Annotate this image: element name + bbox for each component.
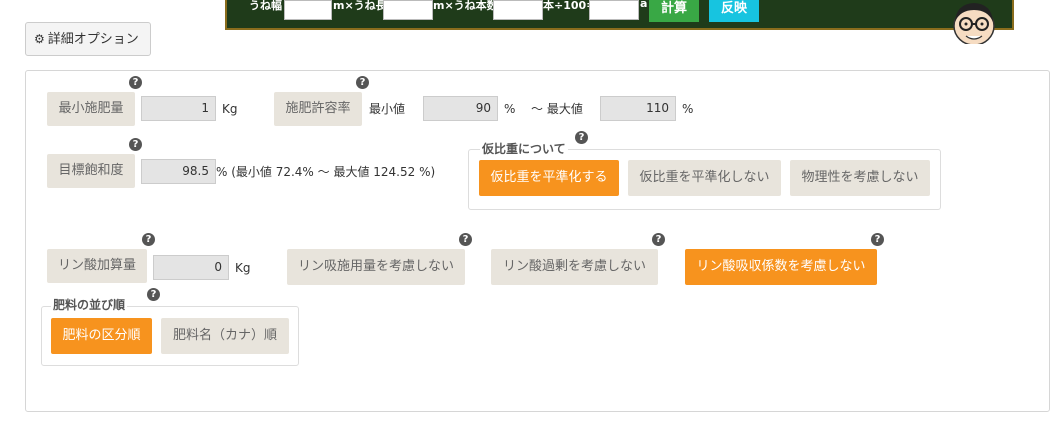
calc-button[interactable]: 計算 xyxy=(649,0,699,22)
phosphate-excess-help-icon[interactable]: ? xyxy=(652,233,665,246)
une-count-input[interactable] xyxy=(493,0,543,20)
phosphate-unit: Kg xyxy=(235,261,251,275)
tolerance-max-unit: % xyxy=(682,102,694,116)
sort-by-kana-button[interactable]: 肥料名（カナ）順 xyxy=(161,318,289,354)
options-panel: ? 最小施肥量 1 Kg ? 施肥許容率 最小値 90 % ～ 最大値 110 … xyxy=(25,70,1050,412)
ignore-phosphate-apply-button[interactable]: リン吸施用量を考慮しない xyxy=(287,249,465,285)
sort-order-legend: 肥料の並び順 xyxy=(51,296,128,313)
bulk-density-no-normalize-button[interactable]: 仮比重を平準化しない xyxy=(628,160,781,196)
tolerance-max-label: ～ 最大値 xyxy=(531,102,583,116)
tolerance-min-input[interactable]: 90 xyxy=(423,96,498,121)
phosphate-help-icon[interactable]: ? xyxy=(142,233,155,246)
tolerance-min-unit: % xyxy=(504,102,516,116)
phosphate-label: リン酸加算量 xyxy=(47,249,147,283)
une-length-input[interactable] xyxy=(383,0,433,20)
une-width-label: うね幅 xyxy=(249,0,282,12)
min-fert-label: 最小施肥量 xyxy=(47,92,135,126)
sort-order-help-icon[interactable]: ? xyxy=(147,288,160,301)
une-width-input[interactable] xyxy=(284,0,332,20)
ignore-physical-button[interactable]: 物理性を考慮しない xyxy=(790,160,930,196)
phosphate-apply-help-icon[interactable]: ? xyxy=(459,233,472,246)
bulk-density-legend: 仮比重について xyxy=(480,140,568,157)
phosphate-input[interactable]: 0 xyxy=(153,255,229,280)
avatar xyxy=(953,3,995,44)
saturation-label: 目標飽和度 xyxy=(47,154,135,188)
une-length-label: m×うね長 xyxy=(333,0,387,12)
area-calculator-bar: うね幅 m×うね長 m×うね本数 本÷100＝ a 計算 反映 xyxy=(225,0,1014,30)
tolerance-min-label: 最小値 xyxy=(369,102,406,116)
ignore-phosphate-absorption-button[interactable]: リン酸吸収係数を考慮しない xyxy=(685,249,877,285)
detail-options-label: 詳細オプション xyxy=(47,32,139,47)
min-fert-input[interactable]: 1 xyxy=(141,96,216,121)
tolerance-label: 施肥許容率 xyxy=(274,92,362,126)
une-count-label: m×うね本数 xyxy=(433,0,498,12)
min-fert-help-icon[interactable]: ? xyxy=(129,76,142,89)
bulk-density-help-icon[interactable]: ? xyxy=(575,131,588,144)
apply-button[interactable]: 反映 xyxy=(709,0,759,22)
tolerance-help-icon[interactable]: ? xyxy=(356,76,369,89)
bulk-density-normalize-button[interactable]: 仮比重を平準化する xyxy=(479,160,619,196)
area-result-input[interactable] xyxy=(589,0,639,20)
sort-by-category-button[interactable]: 肥料の区分順 xyxy=(51,318,152,354)
area-unit-label: a xyxy=(640,0,648,10)
gear-icon: ⚙ xyxy=(34,32,45,46)
phosphate-absorption-help-icon[interactable]: ? xyxy=(871,233,884,246)
ignore-phosphate-excess-button[interactable]: リン酸過剰を考慮しない xyxy=(491,249,658,285)
tolerance-max-input[interactable]: 110 xyxy=(600,96,676,121)
saturation-input[interactable]: 98.5 xyxy=(141,159,216,184)
saturation-help-icon[interactable]: ? xyxy=(129,138,142,151)
detail-options-button[interactable]: ⚙ 詳細オプション xyxy=(25,22,151,56)
min-fert-unit: Kg xyxy=(222,102,238,116)
saturation-range-text: % (最小値 72.4% ～ 最大値 124.52 %) xyxy=(216,165,436,179)
